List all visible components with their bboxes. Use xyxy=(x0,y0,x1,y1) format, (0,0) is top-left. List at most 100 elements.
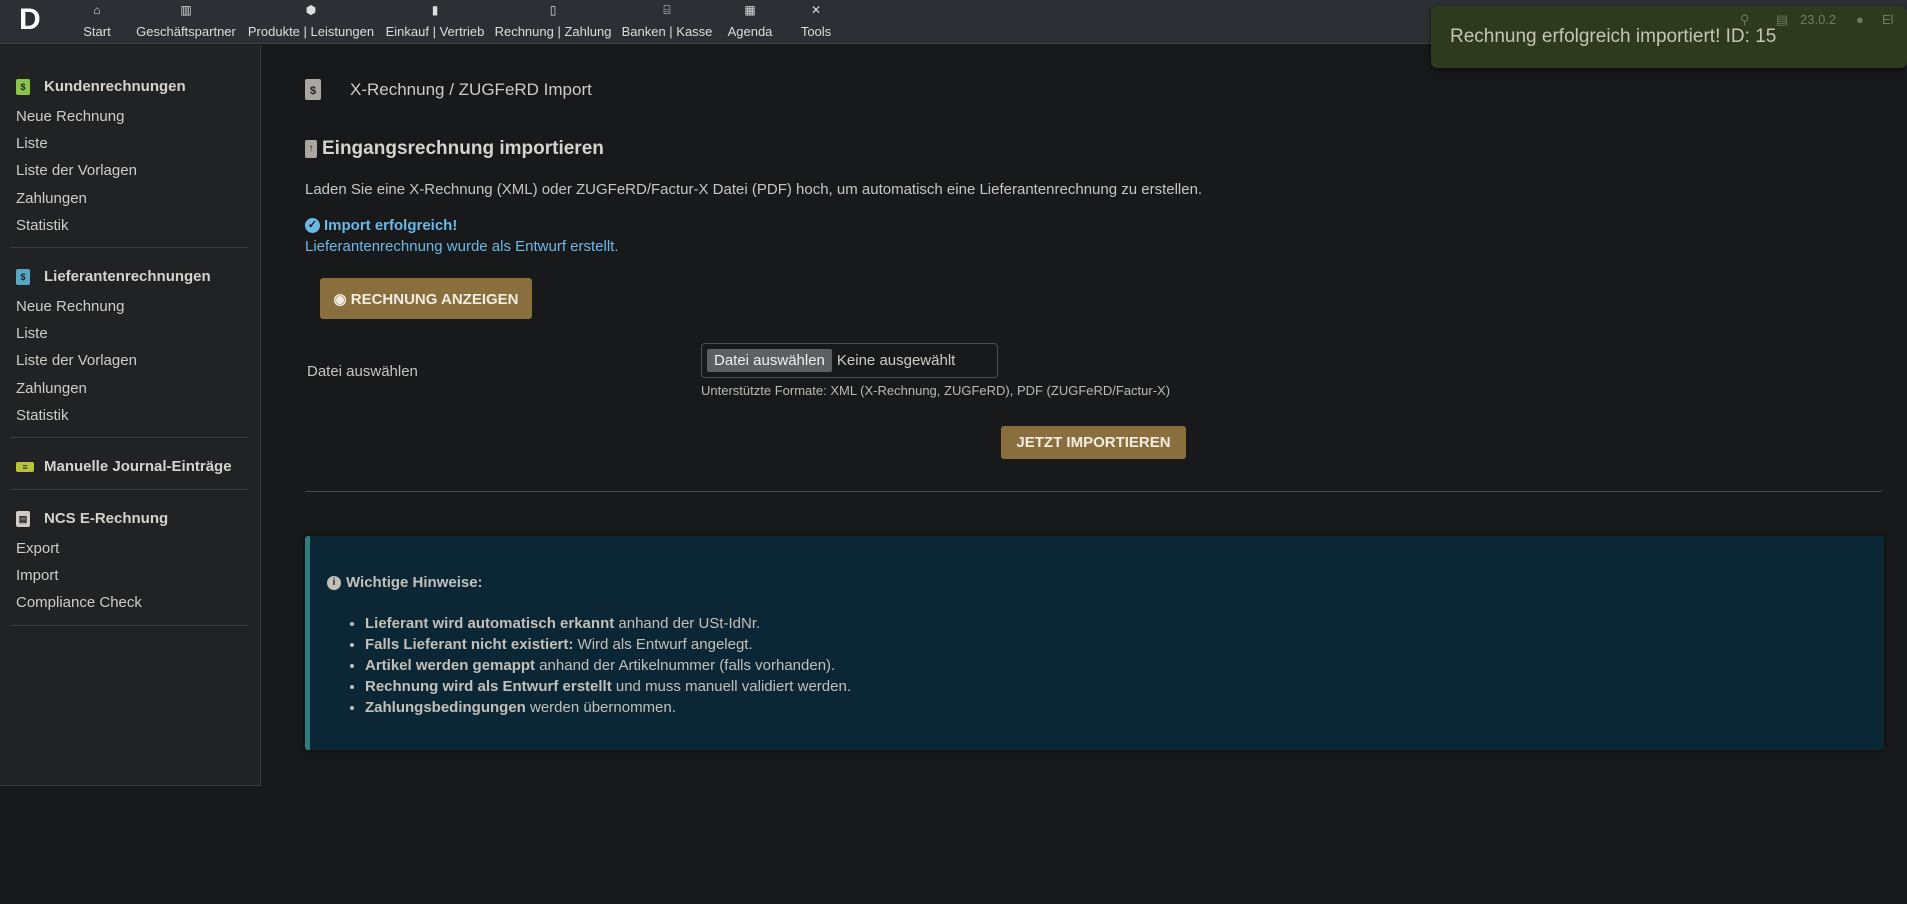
info-item-text: werden übernommen. xyxy=(525,699,676,716)
info-item-text: und muss manuell validiert werden. xyxy=(611,678,851,695)
view-invoice-label: Rechnung anzeigen xyxy=(350,290,519,308)
info-item-text: anhand der USt-IdNr. xyxy=(614,615,761,632)
page-title: $ X-Rechnung / ZUGFeRD Import xyxy=(305,79,592,100)
nav-item-einkauf-vertrieb[interactable]: ▮ Einkauf | Vertrieb xyxy=(386,0,485,44)
home-icon: ⌂ xyxy=(93,3,101,17)
info-item-bold: Falls Lieferant nicht existiert: xyxy=(365,636,574,653)
section-icon: ≡ xyxy=(16,461,34,472)
sidebar-item[interactable]: Liste xyxy=(16,325,48,342)
info-item: Lieferant wird automatisch erkannt anhan… xyxy=(365,613,851,634)
view-invoice-button[interactable]: ◉ Rechnung anzeigen xyxy=(320,278,532,319)
sidebar-item[interactable]: Liste xyxy=(16,135,48,152)
success-title: ✓ Import erfolgreich! xyxy=(305,217,457,234)
version-label: 23.0.2 xyxy=(1800,12,1837,27)
invoice-icon: ▯ xyxy=(549,3,557,17)
sidebar-section-0[interactable]: $ Kundenrechnungen xyxy=(16,78,186,95)
sidebar-divider xyxy=(10,437,248,438)
sidebar-item[interactable]: Zahlungen xyxy=(16,190,87,207)
sidebar-section-title: Manuelle Journal-Einträge xyxy=(44,458,232,475)
section-icon: ▤ xyxy=(16,510,30,527)
nav-item-tools[interactable]: ✕ Tools xyxy=(801,0,831,44)
info-item-bold: Lieferant wird automatisch erkannt xyxy=(365,615,615,632)
sidebar-item[interactable]: Compliance Check xyxy=(16,594,142,611)
info-item: Rechnung wird als Entwurf erstellt und m… xyxy=(365,676,851,697)
sidebar-divider xyxy=(10,247,248,248)
briefcase-icon: ▮ xyxy=(431,3,439,17)
eye-icon: ◉ xyxy=(333,290,347,308)
info-item-bold: Rechnung wird als Entwurf erstellt xyxy=(365,678,612,695)
nav-item-label: Start xyxy=(83,24,111,39)
tools-icon: ✕ xyxy=(810,3,822,17)
nav-item-label: Geschäftspartner xyxy=(136,24,236,39)
print-icon[interactable]: ▤ xyxy=(1776,12,1788,28)
info-item: Falls Lieferant nicht existiert: Wird al… xyxy=(365,634,851,655)
check-circle-icon: ✓ xyxy=(305,218,320,233)
bank-icon: ⌸ xyxy=(663,3,671,17)
sidebar-item[interactable]: Statistik xyxy=(16,217,69,234)
app-logo[interactable]: D xyxy=(19,5,43,35)
sidebar-section-title: Lieferantenrechnungen xyxy=(44,268,211,285)
user-menu[interactable]: El xyxy=(1882,12,1894,27)
box-icon: ⬢ xyxy=(305,3,317,17)
success-title-text: Import erfolgreich! xyxy=(324,217,458,234)
info-item: Artikel werden gemappt anhand der Artike… xyxy=(365,655,851,676)
info-item-bold: Zahlungsbedingungen xyxy=(365,699,526,716)
nav-item-agenda[interactable]: ▦ Agenda xyxy=(728,0,773,44)
info-title: i Wichtige Hinweise: xyxy=(327,574,483,591)
sidebar-item[interactable]: Zahlungen xyxy=(16,380,87,397)
sidebar-divider xyxy=(10,489,248,490)
info-item-text: anhand der Artikelnummer (falls vorhande… xyxy=(535,657,836,674)
description: Laden Sie eine X-Rechnung (XML) oder ZUG… xyxy=(305,181,1203,198)
section-icon: $ xyxy=(16,78,30,95)
top-navbar: D ⌂ Start ▥ Geschäftspartner ⬢ Produkte | Lei… xyxy=(0,0,1907,44)
nav-item-label: Agenda xyxy=(727,24,773,39)
sidebar-item[interactable]: Neue Rechnung xyxy=(16,108,124,125)
file-label: Datei auswählen xyxy=(307,363,418,380)
sidebar-item[interactable]: Export xyxy=(16,540,59,557)
info-box: i Wichtige Hinweise: Lieferant wird auto… xyxy=(305,536,1884,750)
nav-item-produkte-leistungen[interactable]: ⬢ Produkte | Leistungen xyxy=(248,0,374,44)
info-item-bold: Artikel werden gemappt xyxy=(365,657,536,674)
sidebar-section-2[interactable]: ≡ Manuelle Journal-Einträge xyxy=(16,458,232,475)
import-button[interactable]: Jetzt importieren xyxy=(1001,426,1186,459)
sidebar-section-1[interactable]: $ Lieferantenrechnungen xyxy=(16,268,211,285)
info-title-text: Wichtige Hinweise: xyxy=(346,574,483,591)
page-title-text: X-Rechnung / ZUGFeRD Import xyxy=(350,79,592,99)
file-status: Keine ausgewählt xyxy=(836,352,956,369)
sidebar-item[interactable]: Liste der Vorlagen xyxy=(16,352,137,369)
building-icon: ▥ xyxy=(180,3,192,17)
nav-item-rechnung-zahlung[interactable]: ▯ Rechnung | Zahlung xyxy=(495,0,612,44)
info-item-text: Wird als Entwurf angelegt. xyxy=(573,636,753,653)
calendar-icon: ▦ xyxy=(744,3,756,17)
nav-item-label: Produkte | Leistungen xyxy=(247,24,375,39)
nav-item-label: Rechnung | Zahlung xyxy=(494,24,612,39)
nav-item-label: Tools xyxy=(800,24,832,39)
nav-item-geschäftspartner[interactable]: ▥ Geschäftspartner xyxy=(136,0,236,44)
search-icon[interactable]: ⚲ xyxy=(1740,12,1750,28)
file-help-text: Unterstützte Formate: XML (X-Rechnung, Z… xyxy=(701,383,1171,398)
file-input[interactable]: Datei auswählen Keine ausgewählt xyxy=(701,343,998,378)
nav-item-banken-kasse[interactable]: ⌸ Banken | Kasse xyxy=(622,0,713,44)
info-list: Lieferant wird automatisch erkannt anhan… xyxy=(365,613,851,718)
sidebar-item[interactable]: Statistik xyxy=(16,407,69,424)
invoice-icon: $ xyxy=(305,79,321,100)
nav-item-label: Einkauf | Vertrieb xyxy=(385,24,485,39)
info-icon: i xyxy=(327,575,341,590)
section-icon: $ xyxy=(16,268,30,285)
section-heading-text: Eingangsrechnung importieren xyxy=(322,138,604,159)
user-icon[interactable]: ● xyxy=(1856,12,1864,27)
sidebar-item[interactable]: Liste der Vorlagen xyxy=(16,162,137,179)
file-import-icon: ↑ xyxy=(305,140,317,158)
sidebar-divider xyxy=(10,624,248,626)
sidebar-item[interactable]: Neue Rechnung xyxy=(16,298,124,315)
sidebar-section-3[interactable]: ▤ NCS E-Rechnung xyxy=(16,510,168,527)
divider xyxy=(305,491,1882,492)
nav-item-start[interactable]: ⌂ Start xyxy=(83,0,110,44)
choose-file-button[interactable]: Datei auswählen xyxy=(707,349,832,372)
sidebar: $ Kundenrechnungen Neue Rechnung Liste Liste… xyxy=(0,45,261,786)
sidebar-section-title: Kundenrechnungen xyxy=(44,78,186,95)
success-text: Lieferantenrechnung wurde als Entwurf er… xyxy=(305,238,619,255)
nav-item-label: Banken | Kasse xyxy=(621,24,713,39)
sidebar-item[interactable]: Import xyxy=(16,567,59,584)
sidebar-section-title: NCS E-Rechnung xyxy=(44,510,169,527)
